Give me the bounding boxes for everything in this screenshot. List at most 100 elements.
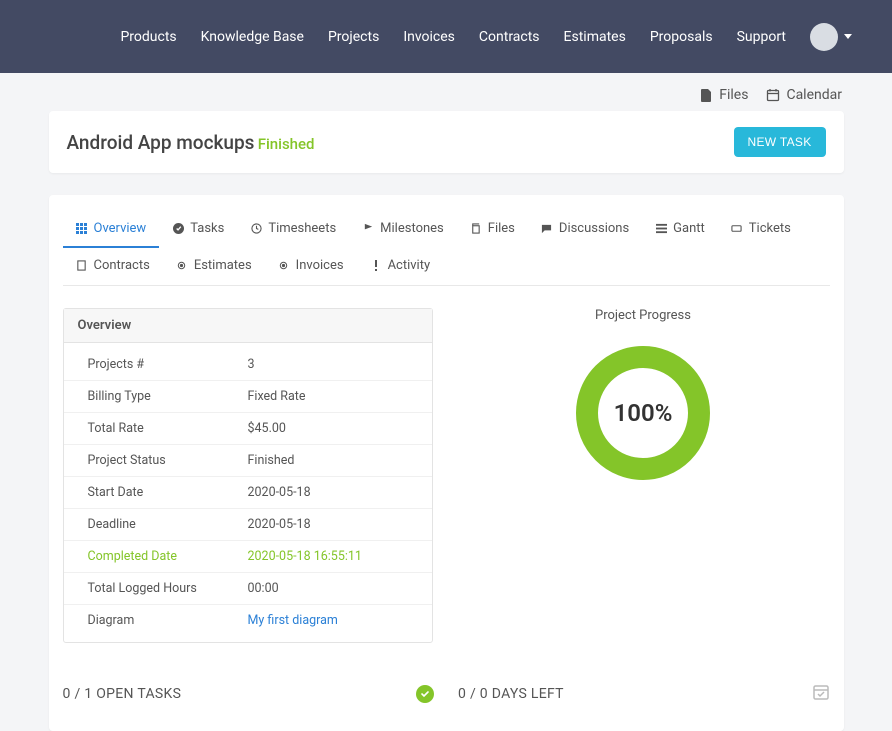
tab-milestones[interactable]: Milestones	[349, 211, 457, 248]
nav-support[interactable]: Support	[737, 29, 786, 45]
meta-value: 2020-05-18	[248, 485, 408, 500]
calendar-link[interactable]: Calendar	[766, 87, 842, 103]
file-icon	[76, 260, 88, 272]
ticket-icon	[731, 223, 743, 235]
tab-label: Overview	[94, 221, 147, 236]
meta-value: 3	[248, 357, 408, 372]
chevron-down-icon	[844, 34, 852, 39]
meta-row-logged-hours: Total Logged Hours 00:00	[64, 573, 432, 605]
meta-label: Deadline	[88, 517, 248, 532]
meta-value: 2020-05-18	[248, 517, 408, 532]
exclamation-icon	[370, 260, 382, 272]
project-title: Android App mockups	[67, 131, 255, 154]
tab-label: Tickets	[749, 221, 791, 236]
meta-value: 00:00	[248, 581, 408, 596]
meta-label: Total Rate	[88, 421, 248, 436]
meta-label: Completed Date	[88, 549, 248, 564]
tab-label: Invoices	[296, 258, 344, 273]
calendar-check-icon	[812, 683, 830, 705]
progress-title: Project Progress	[457, 308, 830, 323]
project-tabs: Overview Tasks Timesheets Milestones	[63, 211, 830, 286]
tab-invoices[interactable]: Invoices	[265, 248, 357, 285]
tab-activity[interactable]: Activity	[357, 248, 444, 285]
tab-overview[interactable]: Overview	[63, 211, 160, 248]
comment-icon	[541, 223, 553, 235]
tab-label: Estimates	[194, 258, 252, 273]
tab-label: Activity	[388, 258, 431, 273]
tab-estimates[interactable]: Estimates	[163, 248, 265, 285]
meta-row-completed-date: Completed Date 2020-05-18 16:55:11	[64, 541, 432, 573]
meta-row-diagram: Diagram My first diagram	[64, 605, 432, 636]
meta-label: Start Date	[88, 485, 248, 500]
tab-tickets[interactable]: Tickets	[718, 211, 804, 248]
meta-row-project-status: Project Status Finished	[64, 445, 432, 477]
stat-open-tasks: 0 / 1 OPEN TASKS	[63, 683, 435, 705]
meta-value: $45.00	[248, 421, 408, 436]
clock-icon	[250, 223, 262, 235]
stat-days-left-text: 0 / 0 DAYS LEFT	[458, 686, 564, 702]
tab-label: Tasks	[190, 221, 224, 236]
nav-proposals[interactable]: Proposals	[650, 29, 713, 45]
meta-label: Project Status	[88, 453, 248, 468]
meta-label: Diagram	[88, 613, 248, 628]
progress-percent: 100%	[614, 399, 673, 427]
user-menu[interactable]	[810, 23, 852, 51]
tab-label: Discussions	[559, 221, 629, 236]
meta-label: Billing Type	[88, 389, 248, 404]
overview-panel: Overview Projects # 3 Billing Type Fixed…	[63, 308, 433, 643]
flag-icon	[362, 223, 374, 235]
sub-toolbar: Files Calendar	[0, 73, 892, 111]
files-label: Files	[719, 87, 748, 103]
meta-row-start-date: Start Date 2020-05-18	[64, 477, 432, 509]
tab-files[interactable]: Files	[457, 211, 528, 248]
tab-label: Files	[488, 221, 515, 236]
nav-projects[interactable]: Projects	[328, 29, 379, 45]
nav-products[interactable]: Products	[120, 29, 176, 45]
bars-icon	[655, 223, 667, 235]
check-circle-icon	[172, 223, 184, 235]
meta-label: Projects #	[88, 357, 248, 372]
meta-label: Total Logged Hours	[88, 581, 248, 596]
stat-open-tasks-text: 0 / 1 OPEN TASKS	[63, 686, 182, 702]
meta-value: Finished	[248, 453, 408, 468]
nav-contracts[interactable]: Contracts	[479, 29, 540, 45]
calendar-label: Calendar	[786, 87, 842, 103]
top-navbar: Products Knowledge Base Projects Invoice…	[0, 0, 892, 73]
progress-donut: 100%	[573, 343, 713, 483]
gear-icon	[278, 260, 290, 272]
project-title-wrap: Android App mockups Finished	[67, 131, 315, 154]
tab-label: Milestones	[380, 221, 444, 236]
tab-discussions[interactable]: Discussions	[528, 211, 642, 248]
new-task-button[interactable]: NEW TASK	[734, 127, 826, 157]
copy-icon	[470, 223, 482, 235]
project-main-card: Overview Tasks Timesheets Milestones	[49, 195, 844, 731]
meta-value: 2020-05-18 16:55:11	[248, 549, 408, 564]
nav-invoices[interactable]: Invoices	[403, 29, 455, 45]
nav-knowledge-base[interactable]: Knowledge Base	[201, 29, 304, 45]
tab-tasks[interactable]: Tasks	[159, 211, 237, 248]
overview-panel-title: Overview	[64, 309, 432, 343]
stat-days-left: 0 / 0 DAYS LEFT	[458, 683, 830, 705]
calendar-icon	[766, 88, 780, 102]
project-header: Android App mockups Finished NEW TASK	[49, 111, 844, 173]
diagram-link[interactable]: My first diagram	[248, 613, 338, 628]
meta-row-deadline: Deadline 2020-05-18	[64, 509, 432, 541]
tab-gantt[interactable]: Gantt	[642, 211, 718, 248]
grid-icon	[76, 223, 88, 235]
tab-label: Contracts	[94, 258, 150, 273]
check-circle-icon	[416, 685, 434, 703]
meta-row-total-rate: Total Rate $45.00	[64, 413, 432, 445]
file-icon	[699, 88, 713, 102]
meta-row-billing-type: Billing Type Fixed Rate	[64, 381, 432, 413]
tab-timesheets[interactable]: Timesheets	[237, 211, 349, 248]
tab-contracts[interactable]: Contracts	[63, 248, 163, 285]
avatar	[810, 23, 838, 51]
tab-label: Timesheets	[268, 221, 336, 236]
gear-icon	[176, 260, 188, 272]
top-nav-links: Products Knowledge Base Projects Invoice…	[120, 23, 852, 51]
files-link[interactable]: Files	[699, 87, 748, 103]
project-status-badge: Finished	[258, 135, 315, 153]
overview-panel-body: Projects # 3 Billing Type Fixed Rate Tot…	[64, 343, 432, 642]
nav-estimates[interactable]: Estimates	[564, 29, 626, 45]
tab-label: Gantt	[673, 221, 705, 236]
